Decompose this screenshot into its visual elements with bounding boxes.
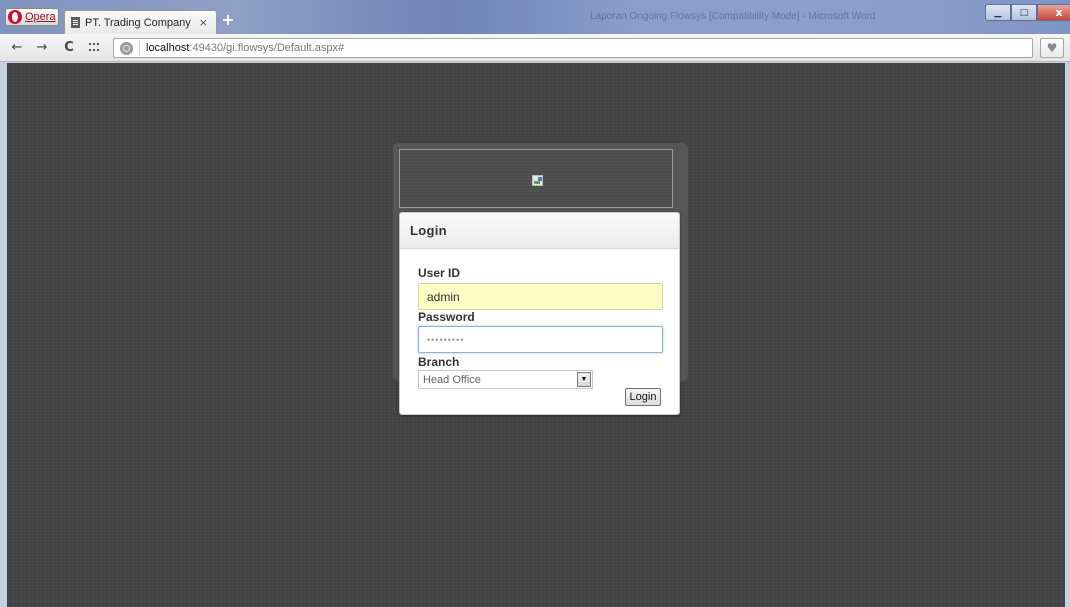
branch-select[interactable]: Head Office ▼: [418, 370, 593, 389]
password-input[interactable]: [418, 326, 663, 353]
page-viewport: Login User ID Password Branch Head Offic…: [7, 63, 1065, 607]
branch-label: Branch: [418, 355, 460, 369]
address-separator: [139, 40, 140, 56]
new-tab-icon[interactable]: +: [220, 12, 236, 28]
reload-icon[interactable]: C: [60, 39, 78, 57]
password-label: Password: [418, 310, 475, 324]
back-arrow-icon[interactable]: ←: [8, 39, 26, 57]
forward-arrow-icon[interactable]: →: [33, 39, 51, 57]
address-bar[interactable]: localhost :49430/gi.flowsys/Default.aspx…: [113, 38, 1033, 58]
branch-selected-value: Head Office: [423, 373, 481, 386]
maximize-button[interactable]: □: [1011, 4, 1037, 21]
browser-window: Opera PT. Trading Company × + Laporan On…: [0, 0, 1070, 607]
tab-close-icon[interactable]: ×: [199, 16, 208, 29]
browser-nav-bar: ← → C localhost :49430/gi.flowsys/Defaul…: [0, 34, 1070, 62]
broken-image-icon: [532, 175, 543, 186]
login-button[interactable]: Login: [625, 388, 661, 406]
background-window-title: Laporan Ongoing Flowsys [Compatibility M…: [590, 11, 876, 22]
opera-menu-button[interactable]: Opera: [5, 8, 59, 26]
opera-logo-icon: [8, 10, 22, 24]
user-id-label: User ID: [418, 266, 461, 280]
logo-box: [399, 149, 673, 208]
window-controls: ▁ □ x: [985, 4, 1070, 22]
page-icon: [71, 17, 80, 28]
url-host: localhost: [146, 42, 190, 54]
browser-title-bar: Opera PT. Trading Company × + Laporan On…: [0, 0, 1070, 34]
tab-pt-trading-company[interactable]: PT. Trading Company ×: [64, 10, 217, 34]
speed-dial-icon[interactable]: [89, 43, 99, 52]
url-path: :49430/gi.flowsys/Default.aspx#: [189, 42, 345, 54]
minimize-button[interactable]: ▁: [985, 4, 1011, 21]
opera-menu-label: Opera: [25, 11, 56, 23]
user-id-input[interactable]: [418, 283, 663, 310]
tab-title: PT. Trading Company: [85, 16, 191, 29]
close-window-button[interactable]: x: [1037, 4, 1070, 21]
heart-icon[interactable]: ♥: [1040, 38, 1064, 58]
login-panel: Login User ID Password Branch Head Offic…: [399, 212, 680, 415]
chevron-down-icon[interactable]: ▼: [577, 372, 591, 387]
login-heading: Login: [400, 213, 679, 249]
globe-icon: [120, 41, 133, 55]
